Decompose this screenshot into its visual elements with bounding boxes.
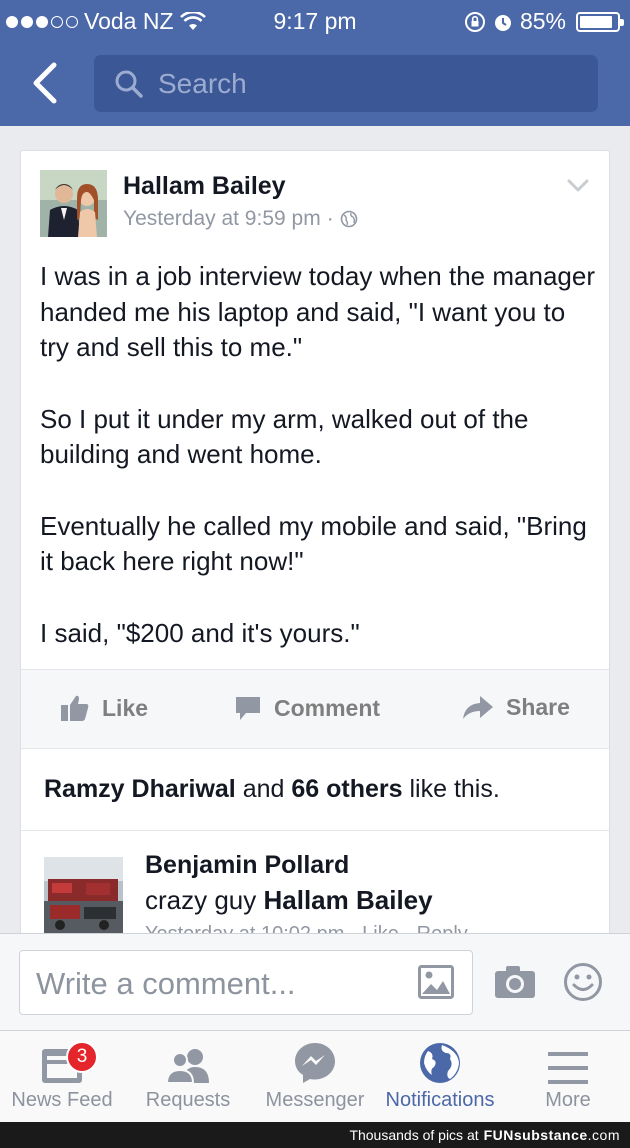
camera-icon xyxy=(495,966,535,998)
liker-name: Ramzy Dhariwal xyxy=(44,775,236,803)
post-actions: Like Comment Share xyxy=(21,669,609,749)
comment-label: Comment xyxy=(274,694,381,721)
tab-more[interactable]: More xyxy=(506,1031,630,1123)
comment-button[interactable]: Comment xyxy=(234,694,380,722)
divider xyxy=(21,830,609,831)
tab-news-feed[interactable]: 3 News Feed xyxy=(0,1031,124,1123)
share-label: Share xyxy=(506,694,570,720)
watermark-domain: .com xyxy=(587,1127,620,1143)
globe-icon xyxy=(418,1031,462,1085)
post-paragraph: Eventually he called my mobile and said,… xyxy=(40,510,587,577)
likes-connector: and xyxy=(242,775,285,803)
post-author[interactable]: Hallam Bailey xyxy=(123,172,286,201)
watermark-brand-name: FUNsubstance xyxy=(483,1127,588,1143)
back-button[interactable] xyxy=(26,60,66,106)
smiley-icon xyxy=(564,963,602,1001)
status-bar: Voda NZ 9:17 pm 85% xyxy=(0,0,630,42)
tab-label: Messenger xyxy=(265,1089,365,1111)
globe-privacy-icon xyxy=(340,210,357,228)
comment-composer: Write a comment... xyxy=(0,933,630,1030)
battery-percent: 85% xyxy=(519,8,566,34)
like-button[interactable]: Like xyxy=(60,694,148,722)
search-placeholder: Search xyxy=(158,67,247,99)
author-avatar[interactable] xyxy=(40,170,107,237)
requests-icon xyxy=(163,1031,213,1085)
avatar-photo xyxy=(40,170,107,237)
comment-placeholder: Write a comment... xyxy=(36,966,296,1001)
comment-bubble-icon xyxy=(236,697,260,720)
post-paragraph: I was in a job interview today when the … xyxy=(40,261,595,362)
tab-messenger[interactable]: Messenger xyxy=(252,1031,378,1123)
thumbs-up-icon xyxy=(61,695,89,721)
chevron-down-icon xyxy=(567,179,589,192)
sticker-button[interactable] xyxy=(563,962,603,1007)
commenter-name[interactable]: Benjamin Pollard xyxy=(145,851,349,880)
like-label: Like xyxy=(102,694,149,721)
nav-bar: Search xyxy=(0,42,630,126)
notification-badge: 3 xyxy=(66,1041,98,1073)
meta-separator: · xyxy=(326,207,334,230)
watermark-text: Thousands of pics at xyxy=(349,1127,479,1143)
messenger-icon xyxy=(293,1031,337,1085)
share-arrow-icon xyxy=(463,695,493,719)
post-timestamp[interactable]: Yesterday at 9:59 pm xyxy=(123,207,321,231)
alarm-icon xyxy=(494,14,511,31)
post-paragraph: So I put it under my arm, walked out of … xyxy=(40,403,529,470)
tab-label: News Feed xyxy=(11,1089,113,1111)
rotation-lock-icon xyxy=(464,11,485,32)
tab-bar: 3 News Feed Requests Messenger Notificat… xyxy=(0,1030,630,1122)
image-icon xyxy=(418,965,454,999)
tab-label: Notifications xyxy=(385,1089,495,1111)
camera-button[interactable] xyxy=(494,965,536,1004)
post-paragraph: I said, "$200 and it's yours." xyxy=(40,617,360,648)
post-card: Hallam Bailey Yesterday at 9:59 pm · I w… xyxy=(20,150,610,940)
watermark-brand: FUNsubstance.com xyxy=(484,1127,620,1143)
comment-text: crazy guy Hallam Bailey xyxy=(145,885,433,916)
comment-mention[interactable]: Hallam Bailey xyxy=(264,885,433,915)
attach-photo-button[interactable] xyxy=(418,965,454,1004)
search-icon xyxy=(115,70,143,98)
likes-others: 66 others xyxy=(291,775,403,803)
tab-label: More xyxy=(545,1089,591,1111)
share-button[interactable]: Share xyxy=(462,694,570,721)
likes-suffix: like this. xyxy=(409,775,500,803)
battery-icon xyxy=(576,11,624,32)
commenter-avatar-photo xyxy=(44,857,123,936)
post-options-button[interactable] xyxy=(567,179,589,198)
search-input[interactable]: Search xyxy=(94,55,598,112)
comment-body: crazy guy xyxy=(145,885,257,915)
commenter-avatar[interactable] xyxy=(44,857,123,936)
post-meta: Yesterday at 9:59 pm · xyxy=(123,207,358,231)
likes-summary[interactable]: Ramzy Dhariwal and 66 others like this. xyxy=(44,775,500,804)
news-feed-icon: 3 xyxy=(40,1031,98,1085)
tab-label: Requests xyxy=(145,1089,231,1111)
post-body: I was in a job interview today when the … xyxy=(40,259,600,651)
tab-notifications[interactable]: Notifications xyxy=(378,1031,502,1123)
tab-requests[interactable]: Requests xyxy=(128,1031,248,1123)
watermark-banner: Thousands of pics at FUNsubstance.com xyxy=(0,1122,630,1148)
comment-input[interactable]: Write a comment... xyxy=(19,950,473,1015)
status-right: 85% xyxy=(464,8,624,35)
menu-icon xyxy=(547,1031,589,1085)
chevron-left-icon xyxy=(33,62,57,104)
